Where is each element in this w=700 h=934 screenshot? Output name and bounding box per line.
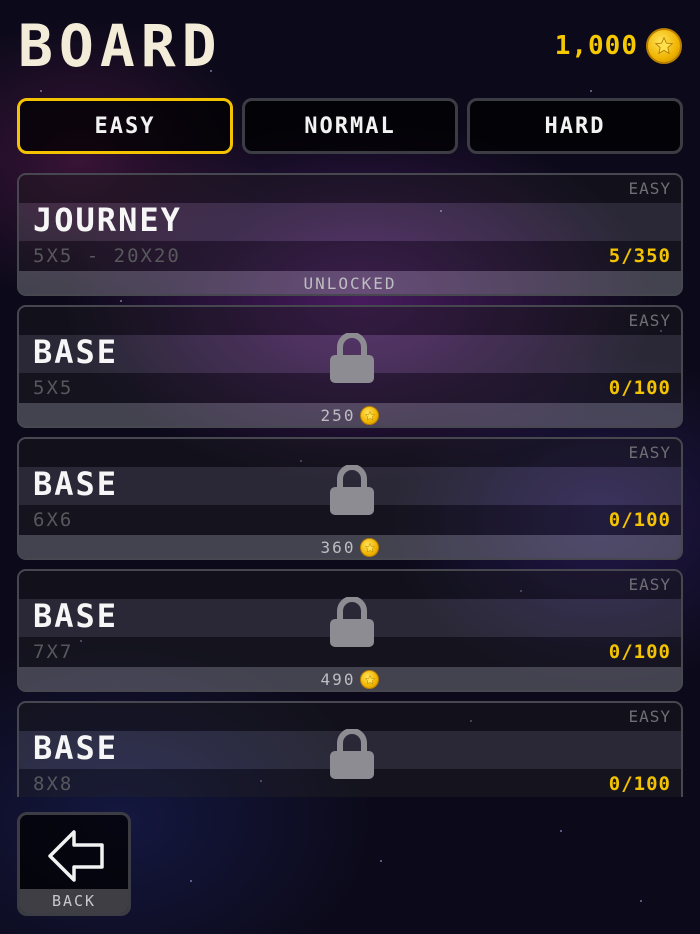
unlocked-label: UNLOCKED (303, 274, 397, 293)
board-card-journey[interactable]: EASY JOURNEY 5X5 - 20X20 5/350 UNLOCKED (17, 173, 683, 296)
board-progress: 0/100 (608, 377, 671, 399)
lock-icon (330, 729, 374, 779)
board-name: BASE (33, 597, 119, 635)
board-name: BASE (33, 729, 119, 767)
board-size: 7X7 (33, 641, 74, 663)
board-card-base-8x8[interactable]: EASY BASE 8X8 0/100 (17, 701, 683, 797)
board-progress: 0/100 (608, 641, 671, 663)
back-button[interactable]: BACK (17, 812, 131, 916)
unlock-price: 490 (19, 667, 681, 690)
page-title: BOARD (18, 12, 223, 80)
board-difficulty: EASY (628, 443, 671, 462)
board-name: BASE (33, 333, 119, 371)
board-name: BASE (33, 465, 119, 503)
star-coin-icon (360, 670, 380, 689)
unlock-price: 250 (19, 403, 681, 426)
board-card-base-5x5[interactable]: EASY BASE 5X5 0/100 250 (17, 305, 683, 428)
star-coin-icon (360, 538, 380, 557)
unlock-price-value: 250 (320, 406, 356, 425)
unlock-price: 360 (19, 535, 681, 558)
board-progress: 0/100 (608, 773, 671, 795)
board-size: 5X5 - 20X20 (33, 245, 181, 267)
board-difficulty: EASY (628, 707, 671, 726)
board-size: 8X8 (33, 773, 74, 795)
board-card-base-7x7[interactable]: EASY BASE 7X7 0/100 490 (17, 569, 683, 692)
board-list[interactable]: EASY JOURNEY 5X5 - 20X20 5/350 UNLOCKED … (17, 173, 683, 797)
difficulty-tabs: EASY NORMAL HARD (17, 98, 683, 154)
board-card-base-6x6[interactable]: EASY BASE 6X6 0/100 360 (17, 437, 683, 560)
star-coin-icon (360, 406, 380, 425)
board-name: JOURNEY (33, 201, 182, 239)
unlock-price-value: 360 (320, 538, 356, 557)
tab-normal[interactable]: NORMAL (242, 98, 458, 154)
tab-easy[interactable]: EASY (17, 98, 233, 154)
board-progress: 0/100 (608, 509, 671, 531)
back-label: BACK (20, 889, 128, 913)
board-difficulty: EASY (628, 311, 671, 330)
board-size: 6X6 (33, 509, 74, 531)
lock-icon (330, 597, 374, 647)
board-difficulty: EASY (628, 179, 671, 198)
board-progress: 5/350 (608, 245, 671, 267)
board-difficulty: EASY (628, 575, 671, 594)
coin-balance-value: 1,000 (554, 31, 638, 61)
board-size: 5X5 (33, 377, 74, 399)
star-coin-icon (646, 28, 682, 64)
unlock-price-value: 490 (320, 670, 356, 689)
back-arrow-icon (48, 830, 104, 882)
board-footer: UNLOCKED (19, 271, 681, 294)
tab-hard[interactable]: HARD (467, 98, 683, 154)
lock-icon (330, 333, 374, 383)
coin-balance: 1,000 (555, 28, 682, 64)
lock-icon (330, 465, 374, 515)
